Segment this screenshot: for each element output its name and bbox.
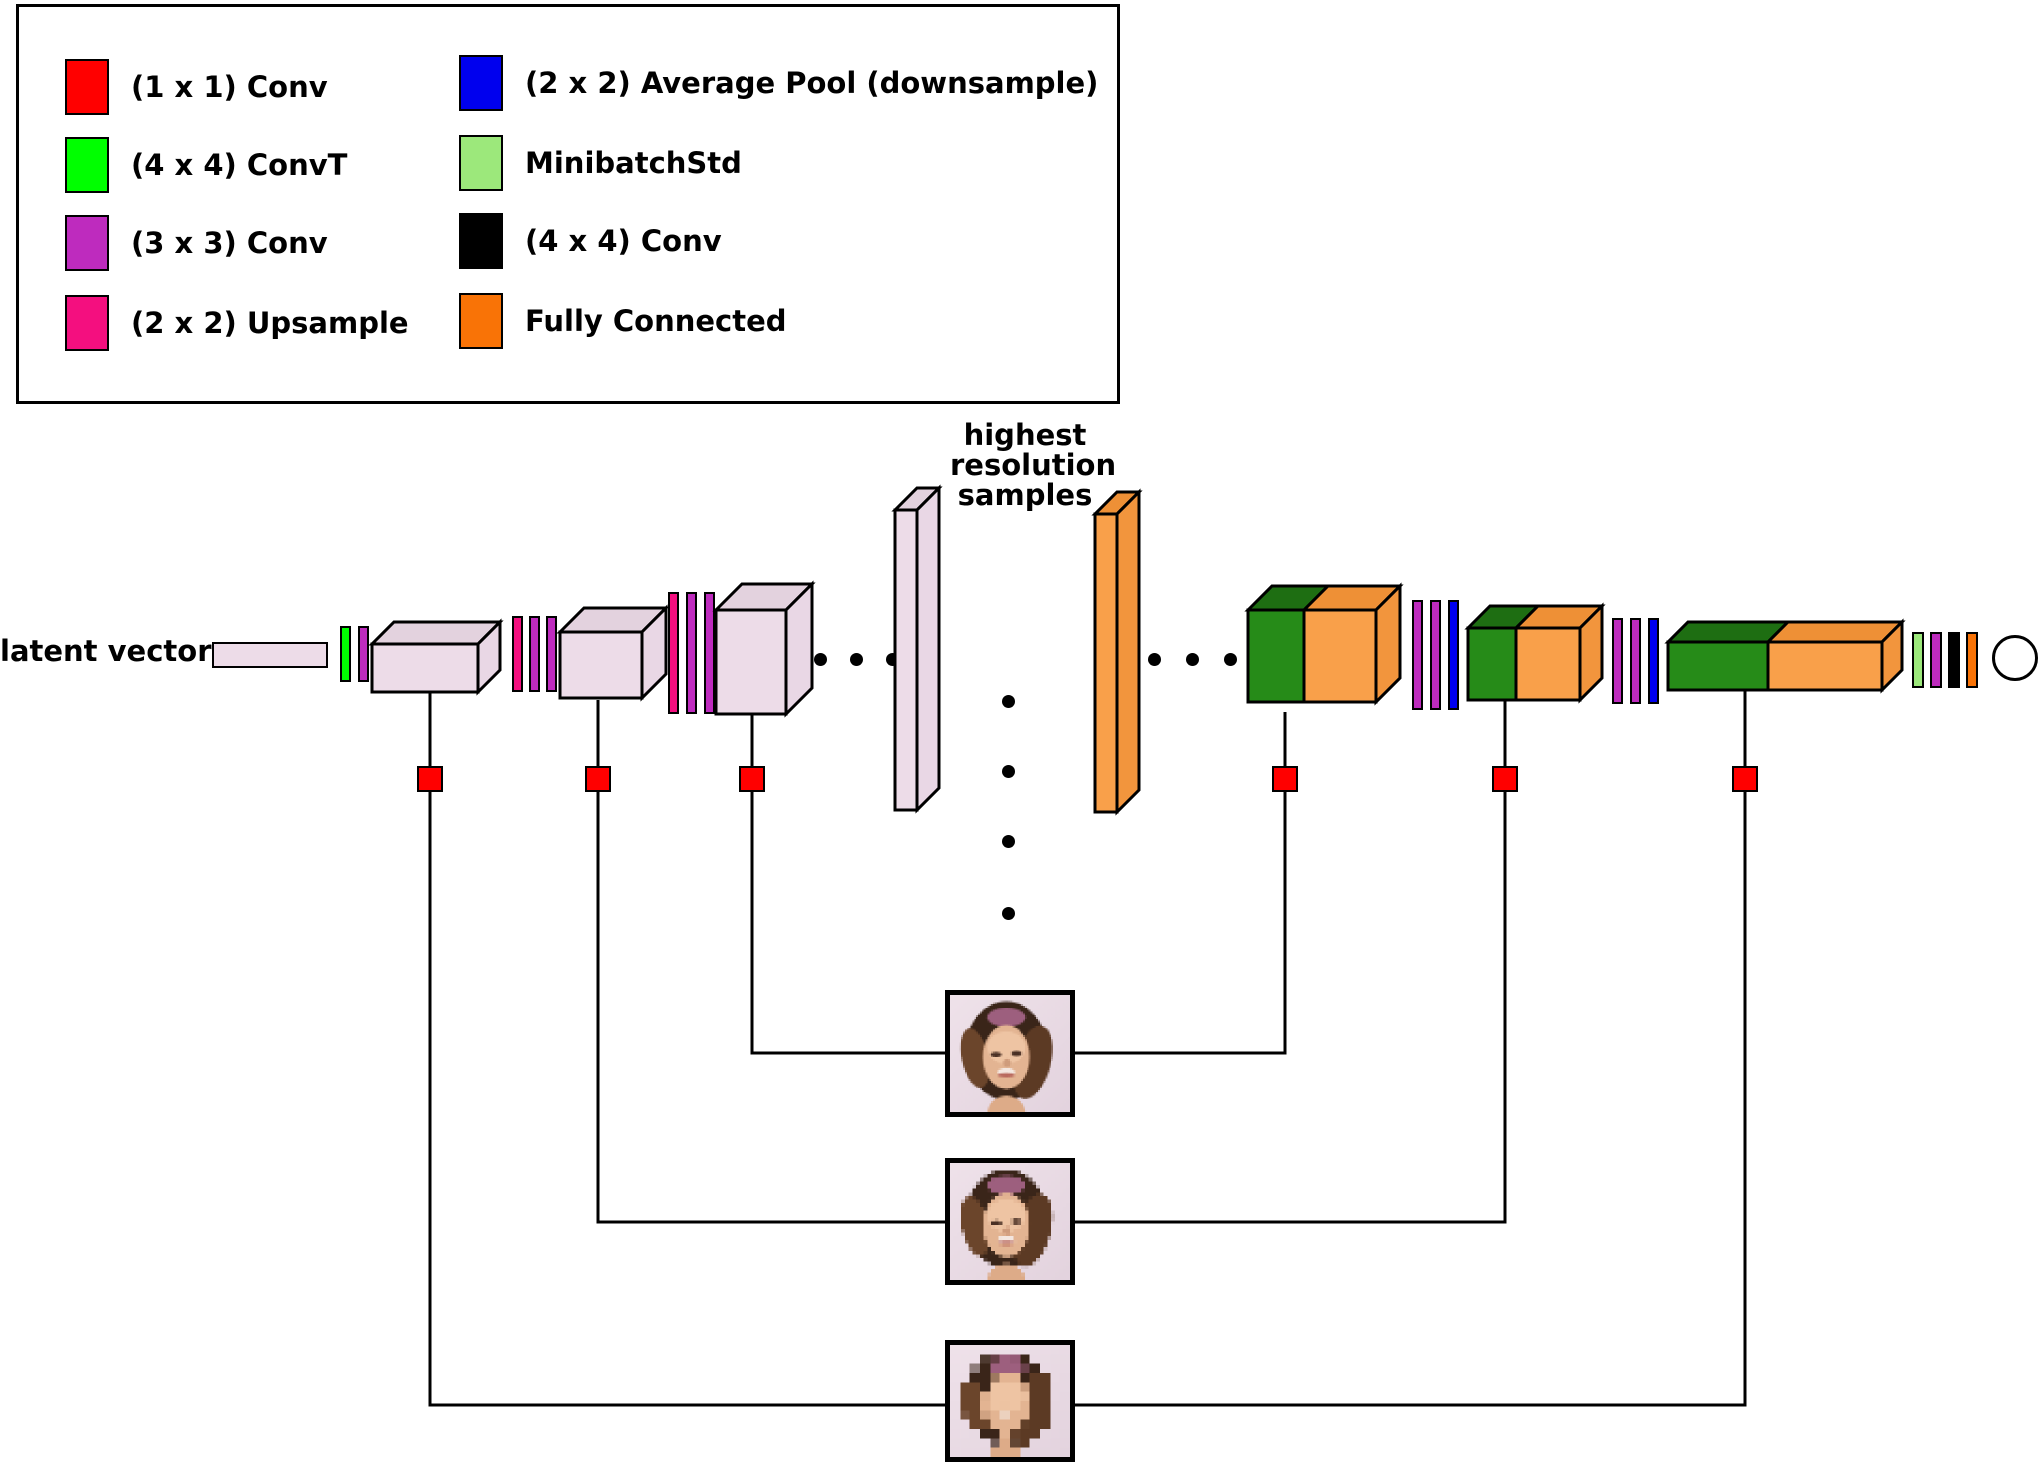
generator-ellipsis-dot: [850, 653, 863, 666]
sample-thumbnail-low: [945, 1340, 1075, 1462]
discriminator-output-node: [1992, 635, 2038, 681]
resolution-ellipsis-dot: [1002, 695, 1015, 708]
op-conv3x3-gen2-a: [529, 616, 540, 692]
discriminator-block-3: [1664, 618, 1908, 710]
toRGB-conv-node-1: [417, 766, 443, 792]
resolution-ellipsis-dot: [1002, 907, 1015, 920]
fromRGB-conv-node-3: [1732, 766, 1758, 792]
discriminator-ellipsis-dot: [1224, 653, 1237, 666]
resolution-ellipsis-dot: [1002, 765, 1015, 778]
generator-block-2: [556, 604, 670, 718]
toRGB-conv-node-2: [585, 766, 611, 792]
sample-thumbnail-medium: [945, 1158, 1075, 1285]
fromRGB-conv-node-2: [1492, 766, 1518, 792]
op-minibatchstd: [1912, 632, 1924, 688]
discriminator-block-highres: [1091, 488, 1143, 820]
discriminator-ellipsis-dot: [1186, 653, 1199, 666]
fromRGB-conv-node-1: [1272, 766, 1298, 792]
op-conv3x3-head: [1930, 632, 1942, 688]
generator-block-highres: [891, 484, 943, 818]
toRGB-conv-node-3: [739, 766, 765, 792]
op-conv3x3-disc2-b: [1630, 618, 1641, 704]
discriminator-block-2: [1464, 602, 1608, 718]
op-conv3x3-disc1-a: [1412, 600, 1423, 710]
sample-thumbnail-high: [945, 990, 1075, 1117]
discriminator-ellipsis-dot: [1148, 653, 1161, 666]
generator-block-1: [368, 618, 504, 714]
op-convt4x4-gen1: [340, 626, 351, 682]
op-avgpool-disc1: [1448, 600, 1459, 710]
op-fully-connected: [1966, 632, 1978, 688]
generator-ellipsis-dot: [814, 653, 827, 666]
discriminator-block-1: [1244, 582, 1408, 722]
op-conv3x3-gen2-b: [546, 616, 557, 692]
op-avgpool-disc2: [1648, 618, 1659, 704]
op-conv3x3-gen3-a: [686, 592, 697, 714]
generator-block-3: [712, 580, 816, 732]
op-conv3x3-gen3-b: [704, 592, 715, 714]
op-conv3x3-disc1-b: [1430, 600, 1441, 710]
resolution-ellipsis-dot: [1002, 835, 1015, 848]
op-upsample-gen2: [512, 616, 523, 692]
op-conv3x3-gen1: [358, 626, 369, 682]
op-conv3x3-disc2-a: [1612, 618, 1623, 704]
op-upsample-gen3: [668, 592, 679, 714]
op-conv4x4-head: [1948, 632, 1960, 688]
